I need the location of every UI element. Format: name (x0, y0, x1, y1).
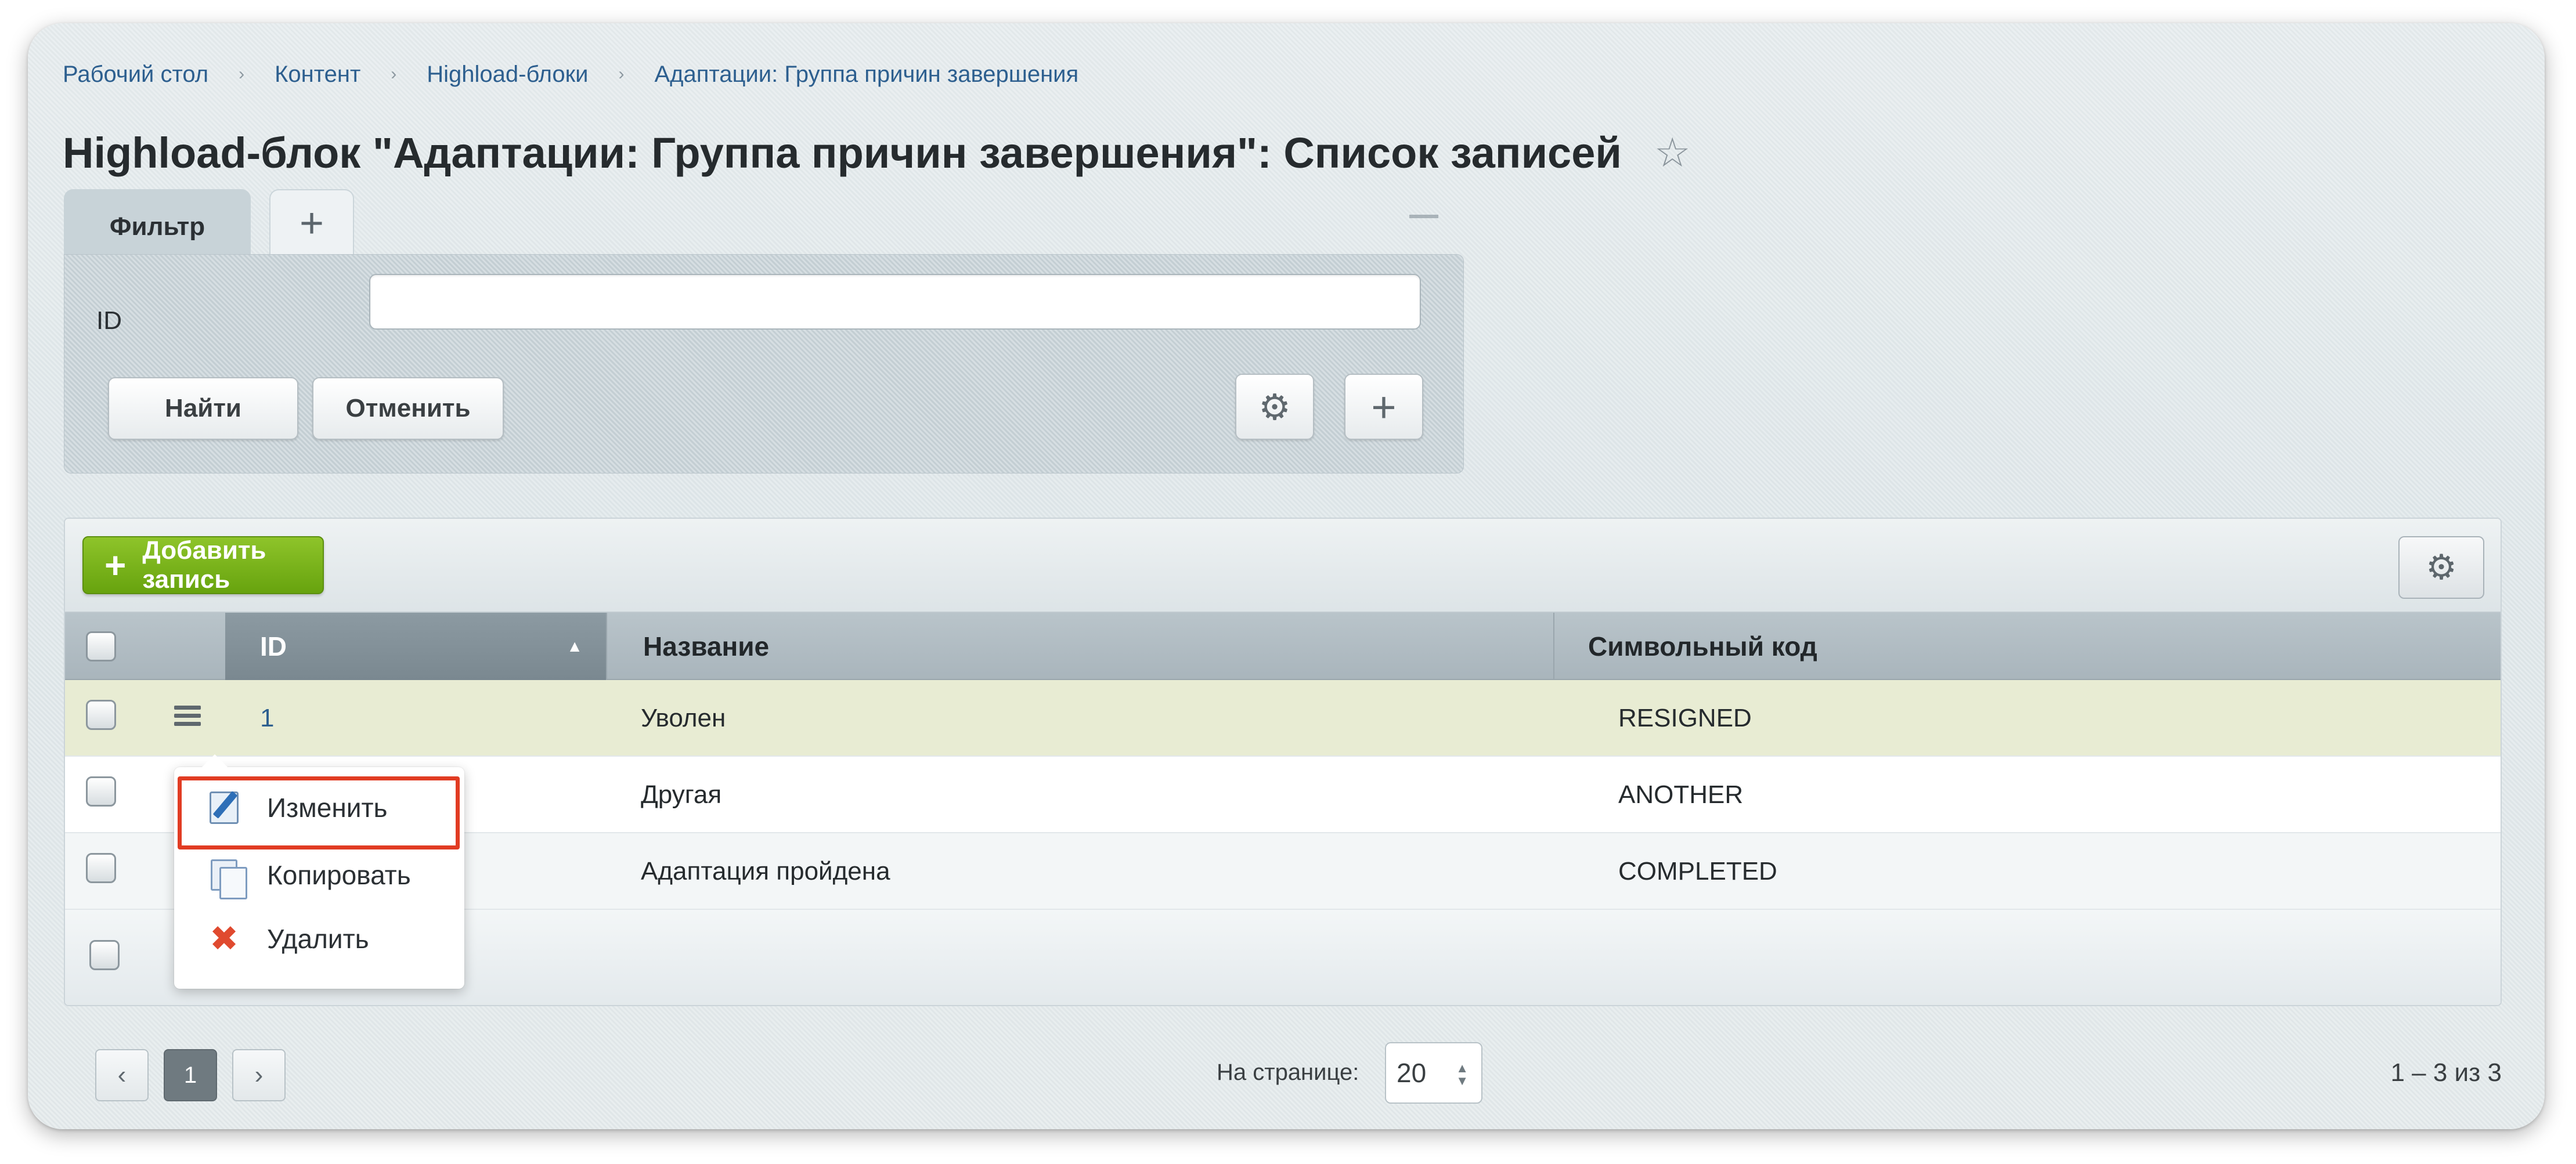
admin-window: Рабочий стол › Контент › Highload-блоки … (28, 23, 2545, 1129)
prev-page-button[interactable]: ‹ (95, 1049, 149, 1101)
breadcrumb-highload-blocks[interactable]: Highload-блоки (427, 62, 588, 88)
gear-icon: ⚙ (2426, 548, 2457, 587)
breadcrumb-desktop[interactable]: Рабочий стол (63, 62, 208, 88)
row-menu-icon[interactable] (174, 706, 201, 729)
breadcrumb-separator-icon: › (618, 64, 625, 84)
row-checkbox[interactable] (86, 853, 116, 883)
page-button-current[interactable]: 1 (164, 1049, 217, 1101)
breadcrumb-separator-icon: › (239, 64, 245, 84)
row-checkbox[interactable] (86, 776, 116, 807)
breadcrumb-content[interactable]: Контент (275, 62, 360, 88)
plus-icon: + (1371, 382, 1397, 431)
menu-item-delete-label: Удалить (267, 924, 369, 954)
table-header: ID ▲ Название Символьный код (65, 613, 2501, 680)
edit-icon (205, 789, 243, 826)
per-page-label: На странице: (1217, 1060, 1359, 1085)
footer-checkbox[interactable] (89, 940, 120, 970)
list-toolbar: + Добавить запись ⚙ (65, 519, 2501, 613)
table-row[interactable]: 1 Уволен RESIGNED (65, 680, 2501, 757)
row-name: Другая (641, 780, 722, 809)
row-context-menu: Изменить Копировать ✖ Удалить (174, 754, 464, 989)
breadcrumb: Рабочий стол › Контент › Highload-блоки … (63, 57, 1078, 92)
star-icon[interactable]: ☆ (1654, 129, 1691, 176)
per-page-select[interactable]: 20 ▲ ▼ (1385, 1042, 1482, 1104)
row-id-link[interactable]: 1 (260, 680, 274, 757)
menu-item-copy-label: Копировать (267, 860, 411, 890)
row-code: RESIGNED (1618, 704, 1752, 732)
cancel-button[interactable]: Отменить (312, 377, 504, 440)
page-title-text: Highload-блок "Адаптации: Группа причин … (63, 128, 1622, 177)
breadcrumb-separator-icon: › (391, 64, 397, 84)
row-code: ANOTHER (1618, 780, 1744, 809)
next-page-button[interactable]: › (232, 1049, 286, 1101)
plus-icon: + (104, 544, 127, 586)
chevron-left-icon: ‹ (117, 1061, 127, 1089)
menu-item-edit[interactable]: Изменить (174, 775, 464, 840)
page-title: Highload-блок "Адаптации: Группа причин … (63, 121, 1691, 185)
row-name: Адаптация пройдена (641, 857, 890, 885)
add-record-label: Добавить запись (142, 536, 266, 594)
gear-icon: ⚙ (1258, 387, 1291, 428)
find-button[interactable]: Найти (108, 377, 298, 440)
column-header-id[interactable]: ID ▲ (225, 613, 606, 680)
select-arrows-icon: ▲ ▼ (1456, 1061, 1469, 1088)
add-filter-tab-icon[interactable]: + (269, 189, 354, 256)
menu-item-edit-label: Изменить (267, 793, 388, 823)
filter-id-input[interactable] (369, 274, 1421, 330)
add-record-button[interactable]: + Добавить запись (82, 536, 324, 594)
records-count: 1 – 3 из 3 (2390, 1058, 2502, 1087)
select-all-checkbox[interactable] (86, 631, 116, 661)
filter-add-field-button[interactable]: + (1344, 374, 1423, 440)
menu-item-delete[interactable]: ✖ Удалить (174, 906, 464, 971)
menu-item-copy[interactable]: Копировать (174, 843, 464, 908)
breadcrumb-current[interactable]: Адаптации: Группа причин завершения (654, 62, 1078, 88)
copy-icon (205, 856, 247, 899)
collapse-filter-icon[interactable] (1409, 215, 1438, 218)
row-name: Уволен (641, 704, 726, 732)
per-page-value: 20 (1397, 1058, 1427, 1088)
column-header-name[interactable]: Название (606, 613, 1553, 680)
delete-icon: ✖ (209, 919, 239, 958)
column-header-code[interactable]: Символьный код (1553, 613, 2501, 680)
menu-pointer (202, 754, 228, 767)
row-checkbox[interactable] (86, 700, 116, 730)
sort-ascending-icon: ▲ (567, 637, 583, 655)
row-code: COMPLETED (1618, 857, 1777, 885)
list-settings-button[interactable]: ⚙ (2398, 536, 2484, 599)
filter-id-label: ID (96, 306, 122, 335)
filter-settings-button[interactable]: ⚙ (1235, 374, 1314, 440)
chevron-right-icon: › (254, 1061, 264, 1089)
column-header-id-label: ID (260, 631, 287, 661)
